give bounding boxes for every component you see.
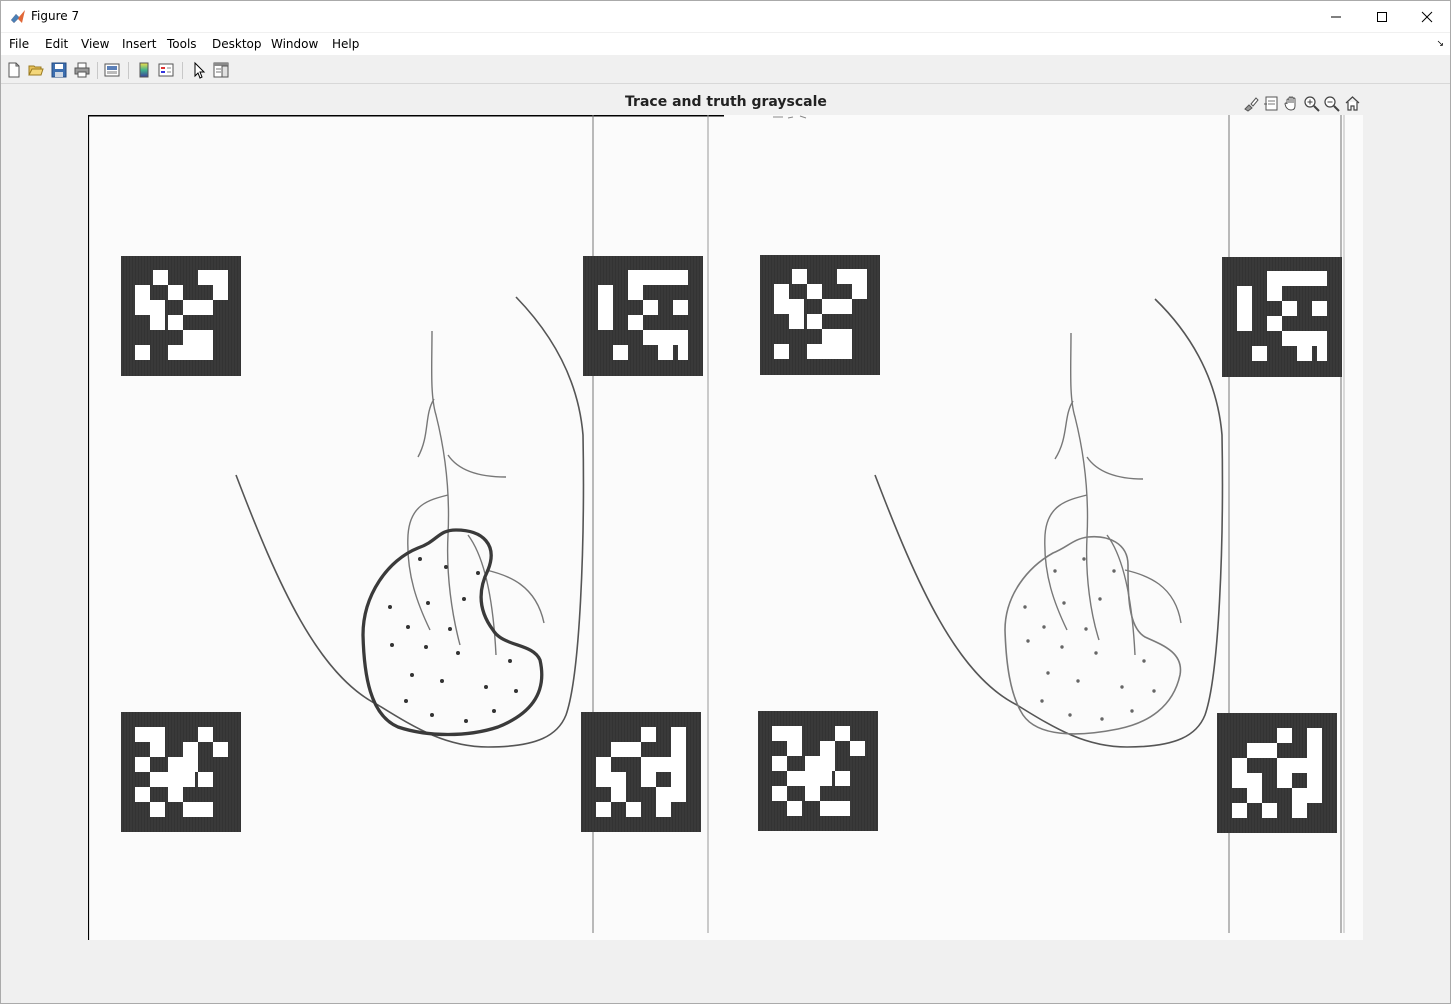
title-bar: Figure 7 [1,1,1450,32]
fiducial-marker-top-left-2 [760,255,880,375]
menu-help[interactable]: Help [332,37,359,51]
fiducial-marker-top-left [121,256,241,376]
data-tip-icon[interactable] [1263,95,1280,112]
maximize-icon [1377,11,1387,22]
close-icon [1421,11,1433,22]
figure-toolbar [1,57,1450,84]
zoom-in-icon[interactable] [1303,95,1320,112]
traced-lesion-outline [361,528,544,737]
menu-insert[interactable]: Insert [122,37,156,51]
fiducial-marker-bottom-right [581,712,701,832]
minimize-icon [1331,16,1341,17]
fiducial-marker-bottom-right-2 [1217,713,1337,833]
scan-mark [773,115,807,119]
property-inspector-icon[interactable] [212,61,230,79]
figure-window: Figure 7 File Edit View Insert Tools Des… [0,0,1451,1004]
menu-edit[interactable]: Edit [45,37,68,51]
edit-plot-icon[interactable] [189,61,207,79]
matlab-icon [11,10,25,23]
open-file-icon[interactable] [27,61,45,79]
new-figure-icon[interactable] [5,61,23,79]
lesion-dots-right [1023,557,1156,721]
maximize-button[interactable] [1359,1,1405,32]
menu-window[interactable]: Window [271,37,318,51]
menu-bar: File Edit View Insert Tools Desktop Wind… [1,33,1450,55]
pan-icon[interactable] [1283,95,1300,112]
save-icon[interactable] [50,61,68,79]
menu-desktop[interactable]: Desktop [212,37,262,51]
menu-file[interactable]: File [9,37,29,51]
lesion-dots-left [388,557,518,723]
menu-tools[interactable]: Tools [167,37,197,51]
menu-view[interactable]: View [81,37,109,51]
home-icon[interactable] [1344,95,1361,112]
fiducial-marker-top-right-2 [1222,257,1342,377]
toolbar-separator [128,62,129,79]
minimize-button[interactable] [1313,1,1359,32]
print-preview-icon[interactable] [103,61,121,79]
vessel-lines-left [407,330,545,656]
grayscale-image [87,115,1345,940]
print-icon[interactable] [73,61,91,79]
colorbar-icon[interactable] [135,61,153,79]
toolbar-separator [182,62,183,79]
window-title: Figure 7 [31,9,80,23]
truth-lesion-outline [1004,535,1182,735]
zoom-out-icon[interactable] [1323,95,1340,112]
breast-outline-right [874,298,1224,748]
legend-icon[interactable] [157,61,175,79]
fiducial-marker-top-right [583,256,703,376]
image-display[interactable] [87,115,1363,940]
axes-title: Trace and truth grayscale [625,94,827,110]
fiducial-marker-bottom-left-2 [758,711,878,831]
dock-arrow-icon[interactable]: ↘ [1436,39,1444,49]
vessel-lines-right [1044,332,1182,656]
toolbar-separator [97,62,98,79]
brush-icon[interactable] [1242,95,1259,112]
close-button[interactable] [1404,1,1450,32]
fiducial-marker-bottom-left [121,712,241,832]
